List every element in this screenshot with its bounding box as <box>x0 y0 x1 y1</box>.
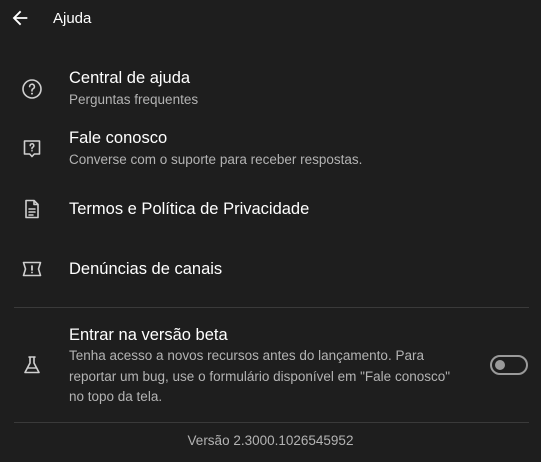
app-header: Ajuda <box>0 0 541 38</box>
menu-item-terms-privacy[interactable]: Termos e Política de Privacidade <box>0 186 541 232</box>
menu-item-title: Fale conosco <box>69 129 168 147</box>
beta-title: Entrar na versão beta <box>69 326 228 344</box>
arrow-left-icon <box>12 10 28 26</box>
beta-description: Tenha acesso a novos recursos antes do l… <box>69 348 451 404</box>
menu-item-contact-us[interactable]: Fale conosco Converse com o suporte para… <box>0 122 541 174</box>
page-title: Ajuda <box>53 10 92 27</box>
menu-item-title: Denúncias de canais <box>69 260 223 278</box>
version-label: Versão 2.3000.1026545952 <box>187 433 354 448</box>
help-circle-icon <box>20 77 44 101</box>
report-icon <box>20 257 44 281</box>
beta-toggle[interactable] <box>490 355 528 375</box>
divider <box>14 422 529 423</box>
toggle-knob <box>495 360 505 370</box>
menu-item-channel-reports[interactable]: Denúncias de canais <box>0 246 541 292</box>
document-icon <box>20 197 44 221</box>
menu-item-subtitle: Converse com o suporte para receber resp… <box>69 152 363 167</box>
back-button[interactable] <box>8 6 32 30</box>
divider <box>14 307 529 308</box>
menu-item-title: Termos e Política de Privacidade <box>69 200 310 218</box>
menu-item-title: Central de ajuda <box>69 69 191 87</box>
menu-item-help-center[interactable]: Central de ajuda Perguntas frequentes <box>0 62 541 114</box>
flask-icon <box>20 353 44 377</box>
menu-item-subtitle: Perguntas frequentes <box>69 92 199 107</box>
feedback-question-icon <box>20 137 44 161</box>
